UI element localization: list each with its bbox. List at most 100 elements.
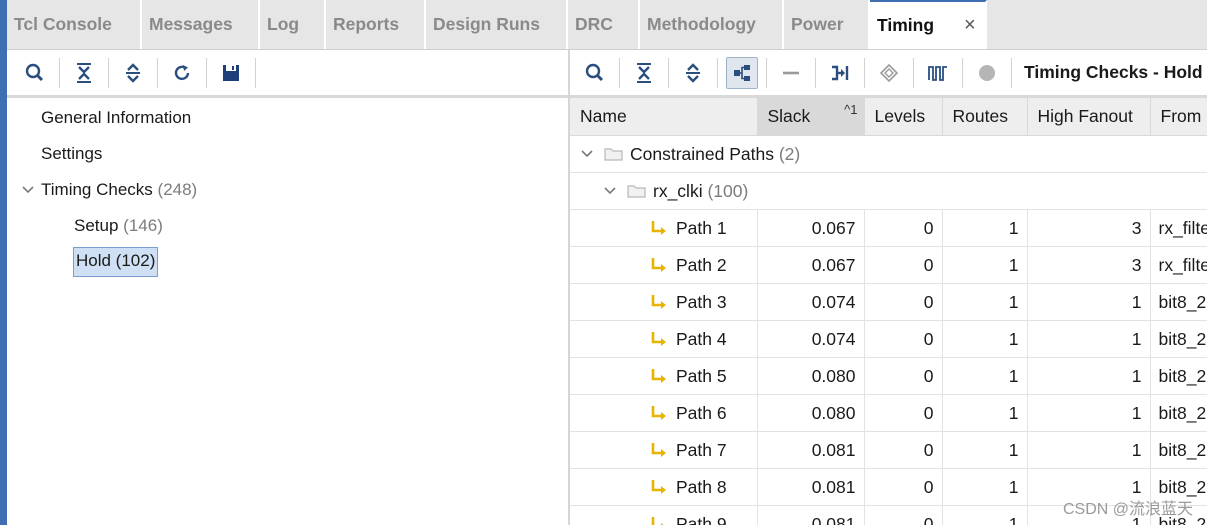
group-count: (100): [707, 180, 749, 201]
collapse-all-icon[interactable]: [68, 57, 100, 89]
expand-all-icon[interactable]: [677, 57, 709, 89]
column-label: Slack: [767, 106, 811, 126]
group-row-rx-clki[interactable]: rx_clki (100): [570, 172, 1207, 210]
column-label: Routes: [952, 106, 1008, 126]
column-header-from[interactable]: From: [1150, 98, 1207, 136]
tree-item-label: Settings: [41, 144, 103, 163]
cell-levels: 0: [864, 431, 943, 469]
folder-icon: [604, 148, 623, 161]
cell-routes: 1: [942, 320, 1028, 358]
cell-levels: 0: [864, 209, 943, 247]
tree-item-setup[interactable]: Setup (146): [72, 212, 165, 240]
cell-routes: 1: [942, 394, 1028, 432]
table-row[interactable]: Path 7 0.081 0 1 1 bit8_2: [570, 431, 1207, 469]
tree-item-timing-checks[interactable]: Timing Checks (248): [39, 176, 199, 204]
tab-tcl-console[interactable]: Tcl Console: [7, 0, 142, 49]
chevron-down-icon[interactable]: [21, 183, 35, 197]
toolbar-separator: [668, 57, 669, 88]
table-row[interactable]: Path 6 0.080 0 1 1 bit8_2: [570, 394, 1207, 432]
column-header-routes[interactable]: Routes: [942, 98, 1028, 136]
tree-item-count: (248): [157, 180, 198, 199]
cell-slack: 0.081: [757, 505, 865, 525]
schematic-icon[interactable]: [824, 57, 856, 89]
table-row[interactable]: Path 5 0.080 0 1 1 bit8_2: [570, 357, 1207, 395]
table-header-row: Name Slack ^1 Levels Routes High Fanout …: [570, 98, 1207, 136]
search-icon[interactable]: [19, 57, 51, 89]
column-header-high-fanout[interactable]: High Fanout: [1027, 98, 1151, 136]
path-name: Path 5: [676, 365, 727, 386]
tab-timing[interactable]: Timing ×: [870, 0, 987, 49]
collapse-all-icon[interactable]: [628, 57, 660, 89]
tab-messages[interactable]: Messages: [142, 0, 260, 49]
timing-path-icon: [651, 443, 666, 457]
minus-icon[interactable]: [775, 57, 807, 89]
toolbar-separator: [962, 57, 963, 88]
group-by-hierarchy-icon[interactable]: [726, 56, 758, 89]
table-toolbar: Timing Checks - Hold: [569, 50, 1207, 98]
cell-slack: 0.074: [757, 283, 865, 321]
tree-toolbar: [7, 50, 569, 98]
cell-slack: 0.081: [757, 468, 865, 506]
chevron-down-icon[interactable]: [580, 147, 594, 161]
column-header-levels[interactable]: Levels: [864, 98, 943, 136]
tab-label: Design Runs: [433, 14, 540, 34]
tab-power[interactable]: Power: [784, 0, 870, 49]
timing-path-icon: [651, 295, 666, 309]
group-row-constrained-paths[interactable]: Constrained Paths (2): [570, 135, 1207, 173]
column-label: Name: [580, 106, 627, 126]
group-label: Constrained Paths: [630, 143, 774, 164]
circle-icon[interactable]: [971, 57, 1003, 89]
timing-paths-table: Name Slack ^1 Levels Routes High Fanout …: [570, 98, 1207, 525]
save-icon[interactable]: [215, 57, 247, 89]
tab-label: Methodology: [647, 14, 756, 34]
tree-item-settings[interactable]: Settings: [39, 140, 104, 168]
cell-slack: 0.080: [757, 394, 865, 432]
search-icon[interactable]: [579, 57, 611, 89]
tab-log[interactable]: Log: [260, 0, 326, 49]
column-header-name[interactable]: Name: [570, 98, 758, 136]
tab-label: Power: [791, 14, 844, 34]
path-name: Path 4: [676, 328, 727, 349]
table-row[interactable]: Path 4 0.074 0 1 1 bit8_2: [570, 320, 1207, 358]
column-header-slack[interactable]: Slack ^1: [757, 98, 865, 136]
cell-routes: 1: [942, 468, 1028, 506]
vivado-timing-window: Tcl Console Messages Log Reports Design …: [0, 0, 1207, 525]
column-label: From: [1160, 106, 1202, 126]
table-row[interactable]: Path 3 0.074 0 1 1 bit8_2: [570, 283, 1207, 321]
group-count: (2): [778, 143, 801, 164]
cell-levels: 0: [864, 320, 943, 358]
expand-all-icon[interactable]: [117, 57, 149, 89]
toolbar-separator: [108, 57, 109, 88]
path-name: Path 2: [676, 254, 727, 275]
waveform-icon[interactable]: [922, 57, 954, 89]
tab-label: DRC: [575, 14, 613, 34]
path-name: Path 9: [676, 513, 727, 525]
diamond-icon[interactable]: [873, 57, 905, 89]
refresh-icon[interactable]: [166, 57, 198, 89]
toolbar-separator: [255, 57, 256, 88]
timing-path-icon: [651, 332, 666, 346]
tree-item-label: Timing Checks: [41, 180, 153, 199]
close-icon[interactable]: ×: [964, 14, 976, 37]
timing-path-icon: [651, 517, 664, 525]
sort-ascending-icon: ^1: [844, 102, 858, 117]
tree-item-general-information[interactable]: General Information: [39, 104, 193, 132]
chevron-down-icon[interactable]: [603, 184, 617, 198]
tree-item-hold[interactable]: Hold (102): [73, 247, 159, 277]
tab-label: Log: [267, 14, 300, 34]
tab-reports[interactable]: Reports: [326, 0, 426, 49]
table-row[interactable]: Path 1 0.067 0 1 3 rx_filte: [570, 209, 1207, 247]
table-row[interactable]: Path 2 0.067 0 1 3 rx_filte: [570, 246, 1207, 284]
cell-levels: 0: [864, 283, 943, 321]
cell-levels: 0: [864, 468, 943, 506]
toolbar-separator: [59, 57, 60, 88]
tab-drc[interactable]: DRC: [568, 0, 640, 49]
toolbar-separator: [619, 57, 620, 88]
timing-path-icon: [651, 406, 666, 420]
cell-high-fanout: 1: [1027, 283, 1151, 321]
tab-design-runs[interactable]: Design Runs: [426, 0, 568, 49]
cell-routes: 1: [942, 209, 1028, 247]
tab-methodology[interactable]: Methodology: [640, 0, 784, 49]
cell-from: rx_filte: [1150, 246, 1207, 284]
timing-path-icon: [651, 369, 666, 383]
